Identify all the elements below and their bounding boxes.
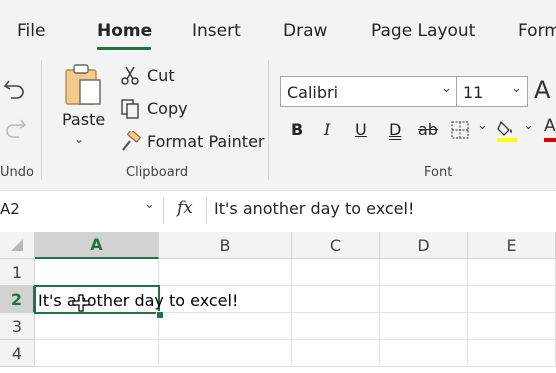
cut-button[interactable]: Cut — [120, 64, 180, 88]
row-header-1[interactable]: 1 — [0, 259, 35, 286]
cell[interactable] — [35, 259, 159, 286]
fill-handle[interactable] — [156, 311, 164, 319]
scissors-icon — [121, 66, 139, 85]
redo-button[interactable] — [3, 117, 27, 143]
paste-button[interactable]: Paste ⌄ — [60, 60, 106, 154]
font-color-letter: A — [544, 116, 556, 136]
font-color-swatch — [544, 138, 556, 142]
select-all-corner[interactable] — [0, 232, 35, 259]
font-color-button[interactable]: A — [544, 116, 556, 144]
cell[interactable] — [380, 313, 468, 340]
cell[interactable] — [380, 340, 468, 367]
redo-icon — [6, 119, 27, 138]
column-header-b[interactable]: B — [159, 232, 292, 259]
chevron-down-icon: ⌄ — [441, 81, 452, 96]
copy-label: Copy — [147, 99, 188, 118]
format-painter-button[interactable]: Format Painter — [120, 130, 264, 154]
borders-button[interactable]: ⌄ — [450, 118, 490, 142]
formula-input[interactable]: It's another day to excel! — [214, 199, 414, 218]
undo-button[interactable] — [3, 78, 27, 104]
cell[interactable] — [159, 340, 292, 367]
column-header-a[interactable]: A — [35, 232, 159, 259]
paint-bucket-icon — [497, 120, 517, 142]
clipboard-icon — [65, 64, 101, 105]
column-header-c[interactable]: C — [292, 232, 380, 259]
cell[interactable] — [159, 313, 292, 340]
cell-cursor-icon — [72, 294, 90, 312]
tab-page-layout[interactable]: Page Layout — [371, 21, 475, 41]
select-all-icon — [11, 239, 23, 251]
tab-file[interactable]: File — [17, 21, 45, 41]
row-header-2[interactable]: 2 — [0, 286, 35, 313]
paste-label: Paste — [62, 110, 106, 129]
spreadsheet-grid: A B C D E 1 2 3 4 It's another day to ex… — [0, 232, 556, 373]
tab-formulas[interactable]: Form — [518, 21, 556, 41]
copy-icon — [121, 99, 139, 119]
copy-button[interactable]: Copy — [120, 97, 190, 121]
chevron-down-icon: ⌄ — [511, 81, 522, 96]
double-underline-button[interactable]: D — [389, 120, 401, 139]
divider — [163, 197, 164, 224]
cut-label: Cut — [147, 66, 175, 85]
clipboard-group-label: Clipboard — [126, 165, 189, 180]
column-header-e[interactable]: E — [468, 232, 556, 259]
chevron-down-icon: ⌄ — [523, 118, 534, 133]
font-name-dropdown[interactable]: Calibri ⌄ — [280, 76, 457, 107]
strikethrough-button[interactable]: ab — [418, 120, 438, 139]
borders-icon — [451, 121, 469, 139]
font-size-dropdown[interactable]: 11 ⌄ — [456, 76, 528, 107]
format-painter-label: Format Painter — [147, 132, 265, 151]
font-size-value: 11 — [463, 83, 484, 102]
cell[interactable] — [468, 340, 556, 367]
undo-group-label: Undo — [0, 165, 34, 180]
cell[interactable] — [468, 313, 556, 340]
tab-draw[interactable]: Draw — [283, 21, 327, 41]
tab-insert[interactable]: Insert — [192, 21, 241, 41]
cell[interactable] — [292, 259, 380, 286]
name-box[interactable]: A2 ⌄ — [0, 191, 160, 230]
active-tab-indicator — [97, 47, 151, 50]
cell[interactable] — [292, 286, 380, 313]
insert-function-button[interactable]: fx — [177, 198, 193, 218]
name-box-value: A2 — [0, 200, 20, 218]
ribbon-divider — [268, 60, 269, 180]
cell[interactable] — [468, 286, 556, 313]
divider — [206, 197, 207, 224]
cell[interactable] — [35, 340, 159, 367]
cell-a2-text: It's another day to excel! — [38, 291, 239, 310]
fill-color-button[interactable]: ⌄ — [495, 118, 537, 144]
font-name-value: Calibri — [287, 83, 339, 102]
cell[interactable] — [35, 313, 159, 340]
cell[interactable] — [159, 259, 292, 286]
chevron-down-icon: ⌄ — [74, 132, 85, 146]
cell[interactable] — [468, 259, 556, 286]
chevron-down-icon: ⌄ — [477, 118, 488, 133]
column-header-d[interactable]: D — [380, 232, 468, 259]
ribbon-divider — [41, 60, 42, 180]
font-group-label: Font — [424, 165, 453, 180]
cell[interactable] — [380, 286, 468, 313]
cell[interactable] — [292, 313, 380, 340]
row-header-3[interactable]: 3 — [0, 313, 35, 340]
grow-font-button[interactable]: A — [534, 76, 550, 104]
cell[interactable] — [380, 259, 468, 286]
bold-button[interactable]: B — [291, 120, 303, 139]
undo-icon — [3, 80, 24, 99]
formula-bar: A2 ⌄ fx It's another day to excel! — [0, 190, 556, 233]
underline-button[interactable]: U — [355, 120, 367, 139]
row-header-4[interactable]: 4 — [0, 340, 35, 367]
paintbrush-icon — [122, 131, 141, 151]
tab-home[interactable]: Home — [97, 21, 152, 41]
cell[interactable] — [292, 340, 380, 367]
italic-button[interactable]: I — [324, 120, 330, 139]
chevron-down-icon: ⌄ — [144, 197, 155, 212]
